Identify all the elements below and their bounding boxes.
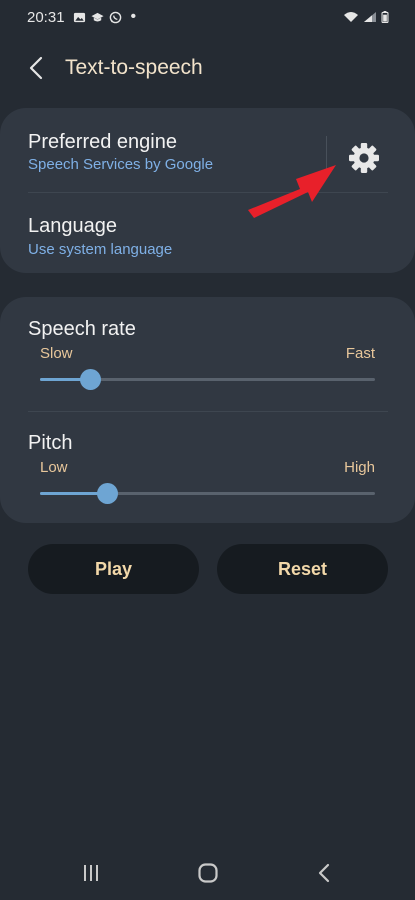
- status-system-icons: [343, 11, 389, 23]
- wifi-icon: [344, 12, 358, 22]
- preferred-engine-value: Speech Services by Google: [28, 156, 214, 173]
- home-icon: [198, 863, 218, 883]
- graduation-cap-icon: [91, 12, 104, 21]
- status-time: 20:31: [27, 8, 65, 26]
- pitch-max-label: High: [344, 459, 375, 476]
- language-label: Language: [28, 215, 117, 237]
- pitch-slider[interactable]: [40, 483, 375, 504]
- home-button[interactable]: [188, 860, 228, 886]
- play-button[interactable]: Play: [28, 544, 199, 594]
- recents-button[interactable]: [71, 860, 111, 886]
- speech-rate-label: Speech rate: [28, 318, 136, 340]
- speech-rate-thumb[interactable]: [80, 369, 102, 390]
- preferred-engine-label: Preferred engine: [28, 131, 177, 153]
- page-title: Text-to-speech: [65, 56, 203, 79]
- app-header: Text-to-speech: [0, 50, 415, 86]
- status-dot: •: [130, 8, 137, 25]
- nav-back-button[interactable]: [304, 860, 344, 886]
- recents-icon: [84, 865, 98, 881]
- speech-rate-min-label: Slow: [40, 345, 73, 362]
- pitch-thumb[interactable]: [97, 483, 118, 504]
- engine-settings-button[interactable]: [340, 134, 388, 182]
- pitch-min-label: Low: [40, 459, 68, 476]
- speech-rate-max-label: Fast: [345, 345, 375, 362]
- back-button[interactable]: [8, 50, 64, 86]
- gear-icon: [349, 143, 379, 173]
- pitch-label: Pitch: [28, 432, 73, 454]
- engine-settings-card: Preferred engine Speech Services by Goog…: [0, 108, 415, 273]
- row-divider: [28, 411, 388, 412]
- annotation-arrow-icon: [248, 165, 336, 218]
- whatsapp-icon: [109, 11, 121, 23]
- gallery-icon: [73, 12, 85, 22]
- back-icon: [318, 863, 330, 883]
- status-notification-icons: •: [73, 8, 137, 25]
- back-arrow-icon: [29, 56, 43, 80]
- signal-icon: [364, 12, 376, 22]
- navigation-bar: [0, 848, 415, 898]
- battery-icon: [381, 11, 389, 23]
- status-bar: 20:31 •: [0, 0, 415, 34]
- speech-rate-slider[interactable]: [40, 369, 375, 390]
- language-value: Use system language: [28, 241, 173, 258]
- reset-button[interactable]: Reset: [217, 544, 388, 594]
- language-row[interactable]: Language Use system language: [0, 193, 415, 273]
- voice-settings-card: Speech rate Slow Fast Pitch Low High: [0, 297, 415, 523]
